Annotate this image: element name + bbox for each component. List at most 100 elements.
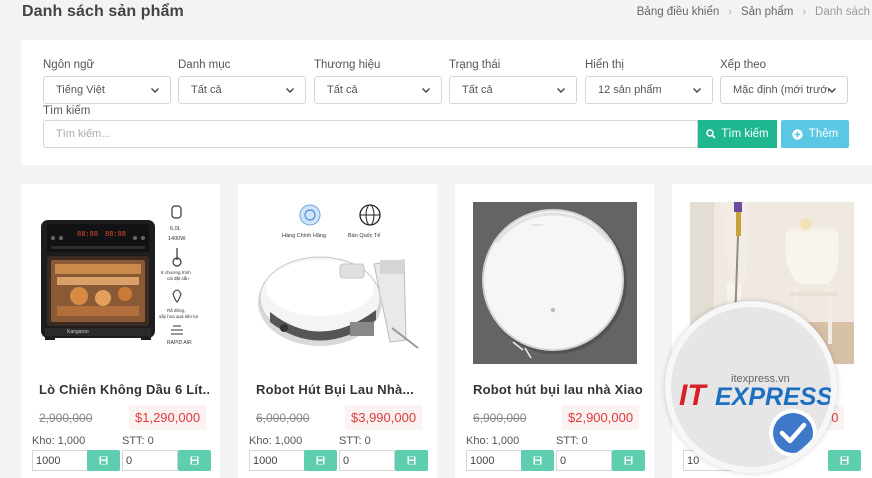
search-input[interactable] [43, 120, 698, 148]
fryer-display: 88:88 [77, 231, 98, 239]
filter-category: Danh mục Tất cả [178, 59, 306, 104]
save-icon [533, 456, 542, 465]
save-icon [624, 456, 633, 465]
display-select[interactable]: 12 sản phẩm [585, 76, 713, 104]
save-icon [99, 456, 108, 465]
badge-international: Bản Quốc Tế [348, 233, 380, 239]
filter-label: Xếp theo [720, 59, 767, 71]
product-card[interactable]: 88:88 88:88 Kangaroo 6.0L 1400W 8 chương… [21, 184, 220, 478]
select-value: Tiếng Việt [56, 84, 105, 96]
save-stock-button[interactable] [521, 450, 554, 471]
stt-label: STT: 0 [339, 435, 371, 447]
chevron-down-icon [693, 88, 701, 93]
product-image[interactable]: xiaomi [473, 202, 637, 364]
save-icon [190, 456, 199, 465]
filter-label: Trạng thái [449, 59, 501, 71]
product-name[interactable]: Robot hút bụi lau nhà Xiao... [473, 382, 643, 397]
svg-text:8 chương trình: 8 chương trình [161, 270, 191, 275]
language-select[interactable]: Tiếng Việt [43, 76, 171, 104]
price-new: $3,990,000 [345, 405, 423, 430]
price-new: $2,900,000 [562, 405, 640, 430]
plus-circle-icon [792, 128, 803, 140]
page-title: Danh sách sản phẩm [22, 3, 184, 20]
breadcrumb-products[interactable]: Sản phẩm [741, 6, 793, 18]
stock-input[interactable] [32, 450, 88, 471]
product-card[interactable]: Hàng Chính Hãng Bản Quốc Tế Robot Hút Bụ… [238, 184, 437, 478]
chevron-down-icon [828, 88, 836, 93]
product-name[interactable]: Robot Hút Bụi Lau Nhà... [256, 382, 426, 397]
fryer-power: 1400W [168, 236, 186, 242]
select-value: Tất cả [191, 84, 222, 96]
save-icon [407, 456, 416, 465]
add-button[interactable]: Thêm [781, 120, 849, 148]
stt-label: STT: 0 [556, 435, 588, 447]
stt-input[interactable] [122, 450, 178, 471]
save-stt-button[interactable] [395, 450, 428, 471]
xiaomi-robot-image: xiaomi [473, 202, 637, 364]
svg-text:EXPRESS: EXPRESS [715, 383, 831, 411]
filter-label: Danh mục [178, 59, 231, 71]
robot-vacuum-image: Hàng Chính Hãng Bản Quốc Tế [256, 202, 420, 364]
product-image[interactable]: 88:88 88:88 Kangaroo 6.0L 1400W 8 chương… [39, 202, 203, 364]
chevron-down-icon [151, 88, 159, 93]
stock-input[interactable] [466, 450, 522, 471]
save-icon [316, 456, 325, 465]
filter-display: Hiển thị 12 sản phẩm [585, 59, 713, 104]
filter-panel: Ngôn ngữ Tiếng Việt Danh mục Tất cả Thươ… [21, 40, 872, 165]
filter-label: Hiển thị [585, 59, 624, 71]
breadcrumb-current: Danh sách [815, 6, 870, 18]
air-fryer-image: 88:88 88:88 Kangaroo 6.0L 1400W 8 chương… [39, 202, 203, 364]
select-value: Tất cả [327, 84, 358, 96]
brand-select[interactable]: Tất cả [314, 76, 442, 104]
save-stt-button[interactable] [178, 450, 211, 471]
breadcrumb-separator-icon: › [802, 6, 807, 18]
chevron-down-icon [422, 88, 430, 93]
stt-label: STT: 0 [122, 435, 154, 447]
price-old: 2,900,000 [39, 411, 93, 425]
chevron-down-icon [557, 88, 565, 93]
select-value: 12 sản phẩm [598, 84, 662, 96]
stt-input[interactable] [339, 450, 395, 471]
stt-input[interactable] [556, 450, 612, 471]
stock-label: Kho: 1,000 [32, 435, 86, 447]
filter-status: Trạng thái Tất cả [449, 59, 577, 104]
svg-text:xiaomi: xiaomi [531, 222, 543, 227]
filter-brand: Thương hiệu Tất cả [314, 59, 442, 104]
save-stock-button[interactable] [304, 450, 337, 471]
search-button[interactable]: Tìm kiếm [698, 120, 777, 148]
save-stock-button[interactable] [87, 450, 120, 471]
product-image[interactable]: Hàng Chính Hãng Bản Quốc Tế [256, 202, 420, 364]
sort-select[interactable]: Mặc định (mới trước) [720, 76, 848, 104]
save-stt-button[interactable] [612, 450, 645, 471]
search-icon [706, 129, 716, 139]
chevron-down-icon [286, 88, 294, 93]
fryer-brand: Kangaroo [67, 329, 89, 335]
product-card[interactable]: xiaomi Robot hút bụi lau nhà Xiao... 6,9… [455, 184, 654, 478]
price-old: 6,000,000 [256, 411, 310, 425]
filter-language: Ngôn ngữ Tiếng Việt [43, 59, 171, 104]
search-button-label: Tìm kiếm [721, 128, 769, 140]
fryer-capacity: 6.0L [170, 226, 181, 232]
breadcrumb: Bảng điều khiển › Sản phẩm › Danh sách [637, 6, 870, 18]
stock-input[interactable] [249, 450, 305, 471]
search-label: Tìm kiếm [43, 105, 91, 117]
filter-label: Thương hiệu [314, 59, 381, 71]
category-select[interactable]: Tất cả [178, 76, 306, 104]
save-stt-button[interactable] [828, 450, 861, 471]
badge-genuine: Hàng Chính Hãng [282, 233, 326, 239]
stock-label: Kho: 1,000 [249, 435, 303, 447]
price-new: $1,290,000 [129, 405, 207, 430]
price-old: 6,900,000 [473, 411, 527, 425]
svg-text:cài đặt sẵn: cài đặt sẵn [167, 275, 189, 281]
svg-text:88:88: 88:88 [105, 231, 126, 239]
breadcrumb-dashboard[interactable]: Bảng điều khiển [637, 6, 719, 18]
svg-text:sấy hoa quả tiện lợi: sấy hoa quả tiện lợi [159, 314, 198, 319]
status-select[interactable]: Tất cả [449, 76, 577, 104]
product-name[interactable]: Lò Chiên Không Dầu 6 Lít... [39, 382, 209, 397]
stock-label: Kho: 1,000 [466, 435, 520, 447]
save-icon [840, 456, 849, 465]
page-header: Danh sách sản phẩm Bảng điều khiển › Sản… [0, 0, 872, 30]
svg-text:IT: IT [679, 379, 708, 412]
add-button-label: Thêm [808, 128, 839, 140]
filter-label: Ngôn ngữ [43, 59, 95, 71]
